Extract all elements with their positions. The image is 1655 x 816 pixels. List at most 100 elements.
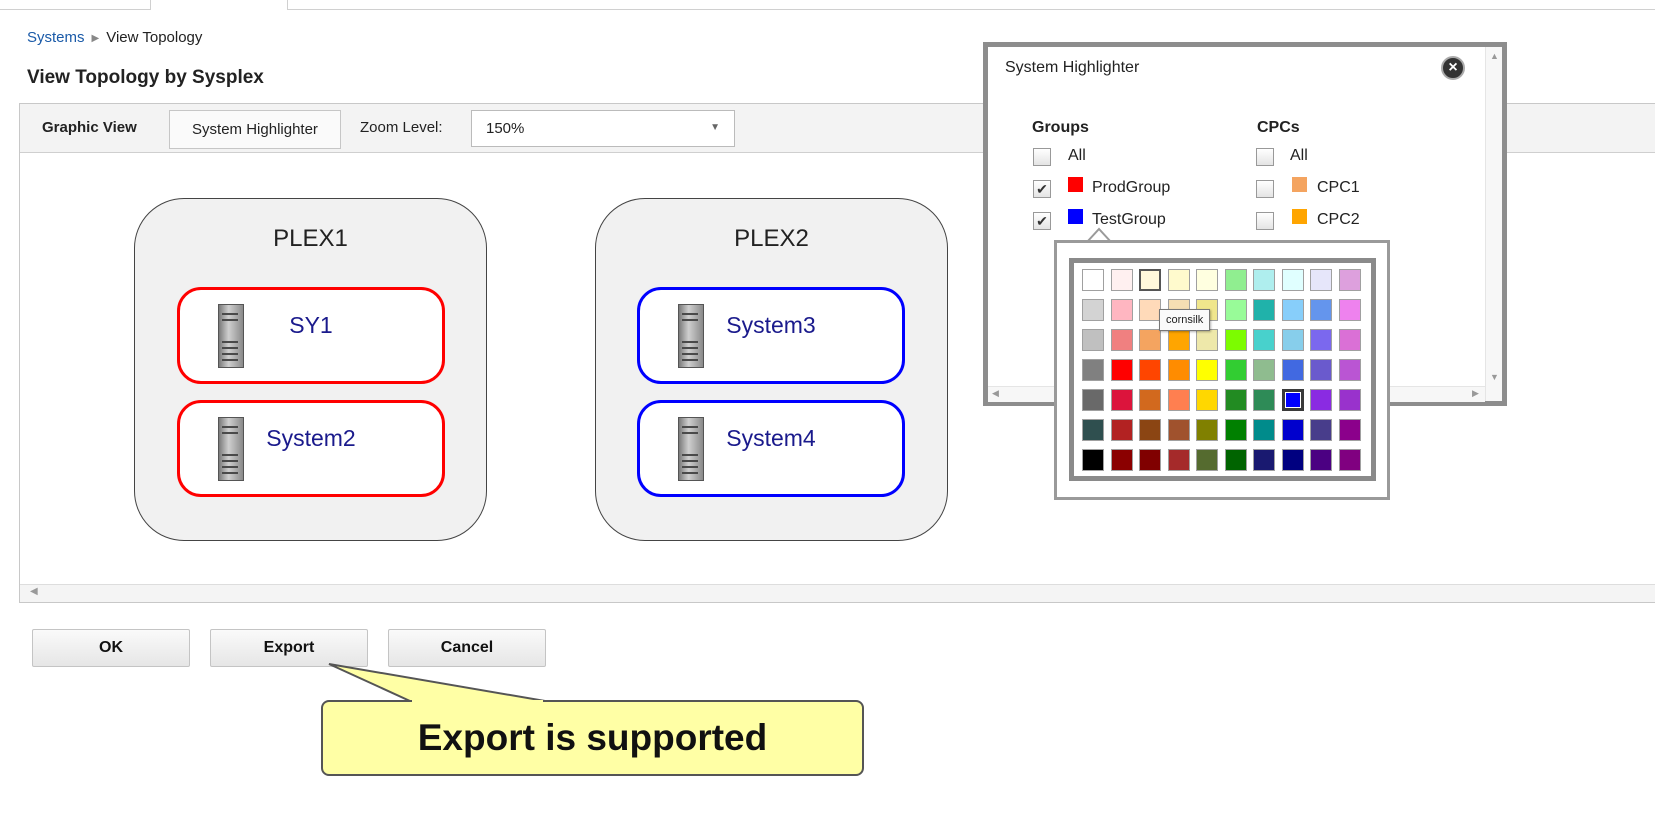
close-icon[interactable]: × [1441, 56, 1465, 80]
color-swatch-cell[interactable] [1082, 329, 1104, 351]
color-swatch-cell[interactable] [1281, 419, 1304, 441]
cpc-color-swatch[interactable] [1292, 177, 1307, 192]
dialog-vertical-scrollbar[interactable]: ▲ ▼ [1485, 47, 1502, 401]
color-swatch-cell[interactable] [1224, 269, 1247, 291]
group-prodgroup-checkbox[interactable]: ✔ [1033, 180, 1051, 198]
color-swatch-cell[interactable] [1110, 449, 1133, 471]
color-swatch-cell[interactable] [1082, 389, 1104, 411]
color-swatch-cell[interactable] [1224, 299, 1247, 321]
color-swatch-cell[interactable] [1139, 329, 1161, 351]
color-swatch-cell[interactable] [1167, 389, 1190, 411]
group-color-swatch[interactable] [1068, 177, 1083, 192]
color-swatch-cell[interactable] [1310, 359, 1332, 381]
color-swatch-cell[interactable] [1281, 329, 1304, 351]
color-swatch-cell[interactable] [1253, 419, 1275, 441]
system-node[interactable]: SY1 [177, 287, 445, 384]
breadcrumb-systems-link[interactable]: Systems [27, 29, 85, 46]
color-swatch-cell[interactable] [1338, 329, 1361, 351]
scroll-up-icon: ▲ [1490, 51, 1499, 61]
cpcs-heading: CPCs [1257, 119, 1300, 136]
color-swatch-cell[interactable] [1310, 299, 1332, 321]
color-swatch-cell[interactable] [1281, 299, 1304, 321]
color-swatch-cell[interactable] [1110, 269, 1133, 291]
color-swatch-cell[interactable] [1224, 449, 1247, 471]
cpc-all-label: All [1290, 147, 1308, 164]
color-swatch-cell[interactable] [1281, 359, 1304, 381]
color-swatch-cell[interactable] [1253, 389, 1275, 411]
color-swatch-cell[interactable] [1196, 359, 1218, 381]
color-swatch-cell[interactable] [1224, 359, 1247, 381]
color-swatch-cell[interactable] [1253, 329, 1275, 351]
color-swatch-cell[interactable] [1310, 449, 1332, 471]
color-swatch-cell[interactable] [1139, 359, 1161, 381]
scroll-left-icon: ◀ [30, 586, 38, 597]
scroll-right-icon: ▶ [1472, 388, 1479, 398]
color-swatch-cell[interactable] [1167, 449, 1190, 471]
color-swatch-cell[interactable] [1167, 419, 1190, 441]
color-swatch-cell[interactable] [1139, 419, 1161, 441]
color-swatch-cell[interactable] [1167, 329, 1190, 351]
color-swatch-cell[interactable] [1196, 269, 1218, 291]
system-highlighter-button[interactable]: System Highlighter [169, 110, 341, 149]
color-swatch-cell[interactable] [1110, 299, 1133, 321]
cancel-button[interactable]: Cancel [388, 629, 546, 667]
color-swatch-cell[interactable] [1082, 359, 1104, 381]
color-swatch-cell[interactable] [1281, 449, 1304, 471]
color-swatch-cell[interactable] [1338, 449, 1361, 471]
color-swatch-cell[interactable] [1253, 269, 1275, 291]
color-swatch-cell[interactable] [1338, 389, 1361, 411]
color-swatch-cell[interactable] [1196, 449, 1218, 471]
active-tab[interactable] [150, 0, 288, 10]
color-swatch-cell[interactable] [1167, 269, 1190, 291]
color-swatch-cell[interactable] [1110, 359, 1133, 381]
group-color-swatch[interactable] [1068, 209, 1083, 224]
color-swatch-cell[interactable] [1310, 329, 1332, 351]
color-swatch-cell[interactable] [1139, 269, 1161, 291]
color-swatch-cell[interactable] [1196, 419, 1218, 441]
color-swatch-cell[interactable] [1110, 329, 1133, 351]
color-swatch-cell[interactable] [1224, 419, 1247, 441]
zoom-level-value: 150% [486, 120, 525, 137]
color-swatch-cell[interactable] [1253, 299, 1275, 321]
color-swatch-cell[interactable] [1167, 359, 1190, 381]
color-swatch-cell[interactable] [1082, 299, 1104, 321]
cpc1-checkbox[interactable] [1256, 180, 1274, 198]
color-swatch-cell[interactable] [1338, 299, 1361, 321]
ok-button[interactable]: OK [32, 629, 190, 667]
system-node[interactable]: System3 [637, 287, 905, 384]
color-swatch-cell[interactable] [1110, 389, 1133, 411]
color-swatch-cell[interactable] [1224, 389, 1247, 411]
scroll-down-icon: ▼ [1490, 372, 1499, 382]
system-node[interactable]: System2 [177, 400, 445, 497]
color-swatch-cell[interactable] [1338, 419, 1361, 441]
color-swatch-cell[interactable] [1196, 329, 1218, 351]
color-swatch-cell[interactable] [1310, 389, 1332, 411]
color-swatch-cell[interactable] [1310, 419, 1332, 441]
color-swatch-cell[interactable] [1110, 419, 1133, 441]
color-swatch-cell[interactable] [1196, 389, 1218, 411]
color-swatch-cell[interactable] [1082, 449, 1104, 471]
color-swatch-cell[interactable] [1139, 299, 1161, 321]
panel-horizontal-scrollbar[interactable]: ◀ [20, 584, 1655, 602]
color-swatch-cell[interactable] [1338, 269, 1361, 291]
system-name: System2 [266, 425, 356, 451]
color-swatch-cell[interactable] [1310, 269, 1332, 291]
system-node[interactable]: System4 [637, 400, 905, 497]
color-swatch-cell[interactable] [1082, 269, 1104, 291]
color-swatch-cell[interactable] [1253, 359, 1275, 381]
color-swatch-cell[interactable] [1139, 449, 1161, 471]
cpc2-checkbox[interactable] [1256, 212, 1274, 230]
color-swatch-cell[interactable] [1281, 389, 1304, 411]
group-all-checkbox[interactable] [1033, 148, 1051, 166]
color-swatch-cell[interactable] [1082, 419, 1104, 441]
zoom-level-select[interactable]: 150% ▼ [471, 110, 735, 147]
group-testgroup-checkbox[interactable]: ✔ [1033, 212, 1051, 230]
color-swatch-cell[interactable] [1281, 269, 1304, 291]
color-swatch-cell[interactable] [1139, 389, 1161, 411]
color-swatch-cell[interactable] [1253, 449, 1275, 471]
cpc-all-checkbox[interactable] [1256, 148, 1274, 166]
cpc-color-swatch[interactable] [1292, 209, 1307, 224]
color-swatch-cell[interactable] [1338, 359, 1361, 381]
color-swatch-cell[interactable] [1224, 329, 1247, 351]
export-button[interactable]: Export [210, 629, 368, 667]
